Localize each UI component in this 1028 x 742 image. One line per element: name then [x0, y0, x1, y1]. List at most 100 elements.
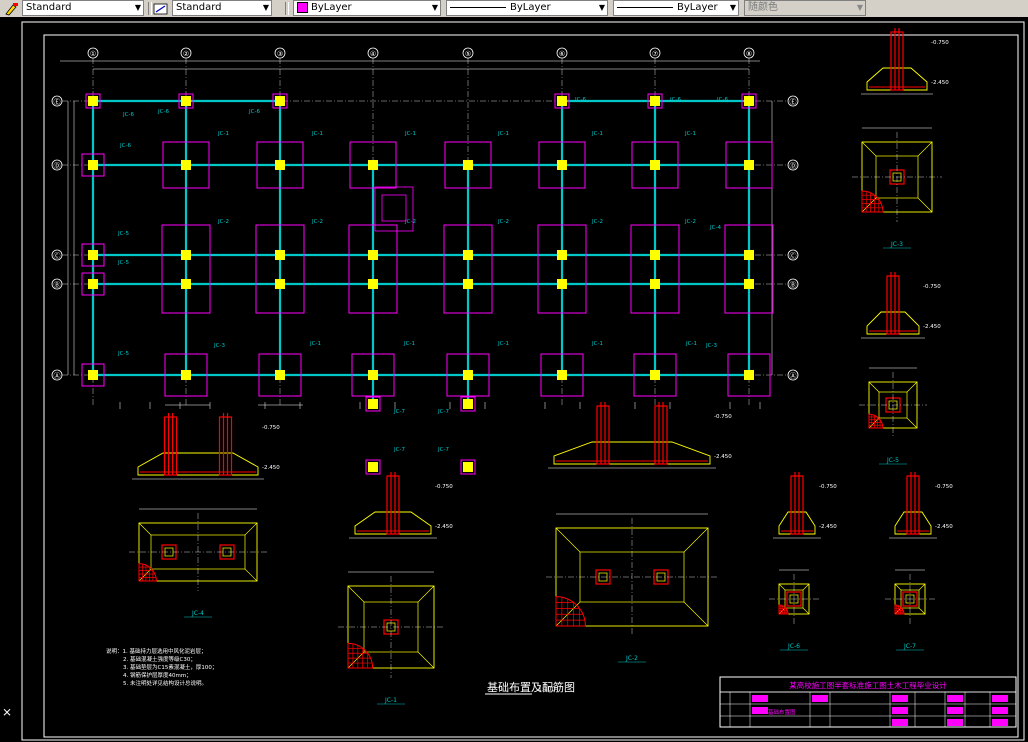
- title-block-cell-fill: [892, 707, 908, 714]
- detail-title: JC-7: [903, 643, 916, 650]
- column-stub: [557, 96, 567, 106]
- column-stub: [368, 399, 378, 409]
- axis-label-right: Ⓒ: [790, 252, 797, 260]
- column-stub: [744, 160, 754, 170]
- note-line: 说明：1. 基础持力层选用中风化泥岩层；: [106, 647, 207, 655]
- column-stub: [368, 370, 378, 380]
- column-stub: [463, 399, 473, 409]
- column-stub: [650, 279, 660, 289]
- elevation-text: -0.750: [935, 484, 953, 490]
- footing-label: JC-2: [404, 219, 416, 225]
- properties-toolbar: Standard ▼ Standard ▼ ByLayer ▼ ByLayer ▼ By…: [0, 0, 1028, 18]
- chevron-down-icon: ▼: [134, 3, 141, 12]
- design-notes: 说明：1. 基础持力层选用中风化泥岩层；2. 基础混凝土强度等级C30；3. 基…: [106, 647, 217, 687]
- footing-label: JC-1: [217, 131, 229, 137]
- axis-label-top: ①: [90, 50, 96, 58]
- footing-label: JC-2: [591, 219, 603, 225]
- column-stub: [88, 370, 98, 380]
- detail-title: JC-6: [787, 643, 800, 650]
- column-stub: [88, 250, 98, 260]
- detail-title: JC-5: [886, 457, 899, 464]
- column-stub: [744, 279, 754, 289]
- axis-label-top: ⑧: [746, 50, 752, 58]
- plot-style-value: 随颜色: [748, 2, 778, 13]
- text-style-select[interactable]: Standard ▼: [22, 0, 144, 16]
- ucs-icon: ⨯: [2, 705, 13, 719]
- footing-label: JC-6: [157, 109, 169, 115]
- column-stub: [181, 96, 191, 106]
- footing-label: JC-6: [122, 112, 134, 118]
- footing-label: JC-2: [217, 219, 229, 225]
- title-block-cell-fill: [892, 719, 908, 726]
- title-block-cell-fill: [992, 695, 1008, 702]
- elevation-text: -0.750: [262, 425, 280, 431]
- column-stub: [275, 160, 285, 170]
- column-stub: [181, 370, 191, 380]
- plan-title: 基础布置及配筋图: [487, 680, 575, 694]
- column-stub: [557, 250, 567, 260]
- footing-label: JC-6: [669, 97, 681, 103]
- footing-label: JC-1: [497, 131, 509, 137]
- column-stub: [368, 160, 378, 170]
- cad-drawing-canvas[interactable]: ① ② ③ ④ ⑤ ⑥ ⑦ ⑧ Ⓔ Ⓔ Ⓓ Ⓓ Ⓒ Ⓒ Ⓑ Ⓑ Ⓐ Ⓐ JC-6 JC-6 JC-6 JC-6 JC-6 JC…: [0, 17, 1028, 742]
- elevation-text: -2.450: [935, 524, 953, 530]
- color-control-select[interactable]: ByLayer ▼: [293, 0, 441, 16]
- footing-label: JC-1: [685, 341, 697, 347]
- dim-style-icon[interactable]: [153, 1, 169, 15]
- axis-label-top: ⑦: [652, 50, 658, 58]
- column-stub: [744, 96, 754, 106]
- dim-style-select[interactable]: Standard ▼: [172, 0, 272, 16]
- column-stub: [275, 250, 285, 260]
- elevation-text: -0.750: [435, 484, 453, 490]
- title-block-cell-fill: [947, 719, 963, 726]
- linetype-control-select[interactable]: ByLayer ▼: [446, 0, 608, 16]
- axis-label-top: ⑤: [465, 50, 471, 58]
- title-block-cell-fill: [992, 719, 1008, 726]
- column-stub: [650, 96, 660, 106]
- footing-label: JC-6: [248, 109, 260, 115]
- note-line: 5. 未注明处详见结构设计总说明。: [123, 679, 207, 687]
- text-style-icon[interactable]: [4, 1, 20, 16]
- footing-label: JC-1: [591, 341, 603, 347]
- column-stub: [275, 279, 285, 289]
- column-stub: [88, 96, 98, 106]
- lineweight-sample: [617, 6, 673, 8]
- axis-label-right: Ⓑ: [790, 281, 797, 289]
- axis-label-left: Ⓒ: [54, 252, 61, 260]
- elevation-text: -0.750: [714, 414, 732, 420]
- column-stub: [463, 160, 473, 170]
- column-stub: [181, 160, 191, 170]
- axis-label-right: Ⓓ: [790, 162, 797, 170]
- lineweight-control-select[interactable]: ByLayer ▼: [613, 0, 739, 16]
- elevation-text: -2.450: [714, 454, 732, 460]
- footing-label: JC-4: [709, 225, 721, 231]
- footing-label: JC-5: [117, 351, 129, 357]
- column-stub: [368, 250, 378, 260]
- note-line: 2. 基础混凝土强度等级C30；: [123, 655, 196, 663]
- column-stub: [557, 370, 567, 380]
- axis-label-top: ⑥: [559, 50, 565, 58]
- column-stub: [181, 279, 191, 289]
- column-stub: [88, 160, 98, 170]
- plot-style-select[interactable]: 随颜色 ▼: [744, 0, 866, 16]
- elevation-text: -2.450: [819, 524, 837, 530]
- text-style-value: Standard: [26, 2, 72, 13]
- title-block-cell-fill: [947, 695, 963, 702]
- column-stub: [368, 462, 378, 472]
- title-block-project: 某高校施工图半套标准施工图土木工程毕业设计: [789, 680, 947, 690]
- title-block-cell-fill: [892, 695, 908, 702]
- linetype-sample: [450, 6, 506, 8]
- column-stub: [557, 160, 567, 170]
- footing-label: JC-1: [309, 341, 321, 347]
- footing-label: JC-6: [716, 97, 728, 103]
- column-stub: [275, 96, 285, 106]
- title-block-cell-fill: [752, 695, 768, 702]
- detail-title: JC-3: [890, 241, 903, 248]
- detail-title: JC-4: [191, 610, 204, 617]
- elevation-text: -0.750: [923, 284, 941, 290]
- column-stub: [650, 370, 660, 380]
- column-stub: [650, 160, 660, 170]
- footing-label: JC-2: [311, 219, 323, 225]
- elevation-text: -2.450: [923, 324, 941, 330]
- chevron-down-icon: ▼: [856, 3, 863, 12]
